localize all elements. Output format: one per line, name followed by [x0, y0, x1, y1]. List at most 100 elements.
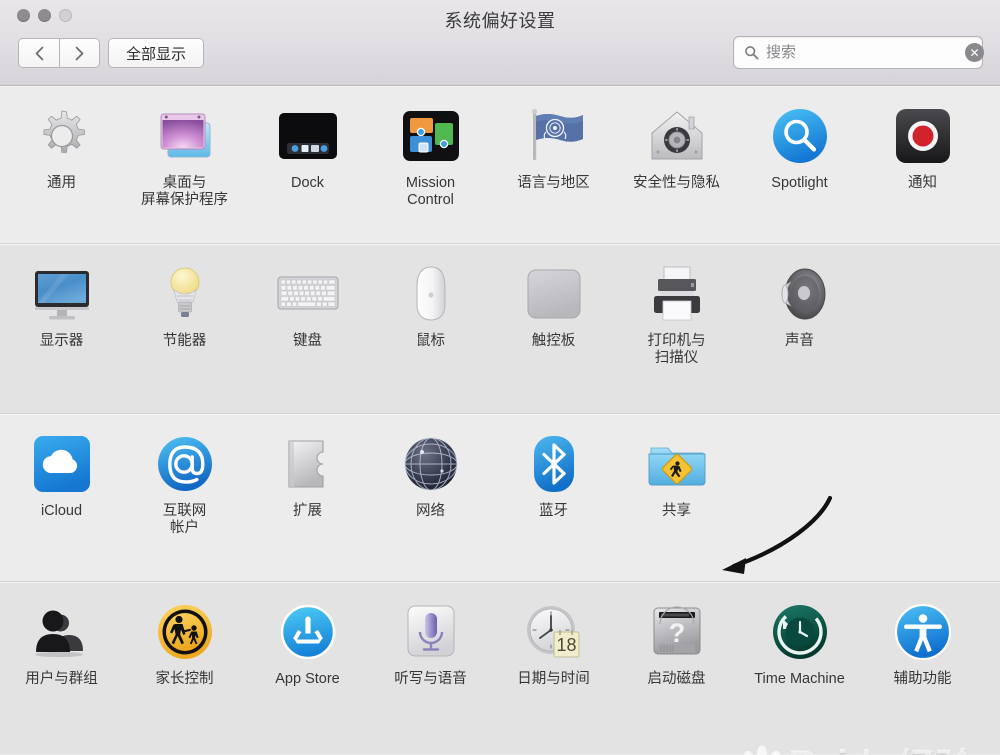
bluetooth-icon	[522, 432, 586, 496]
microphone-icon	[399, 600, 463, 664]
window-titlebar: 系统偏好设置 全部显示 ✕	[0, 0, 1000, 86]
calendar-day: 18	[556, 635, 576, 655]
search-icon	[744, 45, 759, 60]
parental-controls-icon	[153, 600, 217, 664]
pane-app-store[interactable]: App Store	[246, 582, 369, 754]
pane-label: 辅助功能	[893, 671, 952, 687]
pane-label: 家长控制	[155, 671, 214, 687]
pane-sound[interactable]: 声音	[738, 244, 861, 413]
pane-label: Time Machine	[754, 671, 845, 687]
pane-label: 网络	[416, 503, 445, 519]
pane-general[interactable]: 通用	[0, 86, 123, 243]
mission-control-icon	[399, 104, 463, 168]
pane-label: iCloud	[40, 503, 83, 519]
pane-mission-control[interactable]: Mission Control	[369, 86, 492, 243]
spotlight-icon	[768, 104, 832, 168]
show-all-button[interactable]: 全部显示	[108, 38, 205, 68]
chevron-left-icon	[33, 45, 46, 62]
pane-label: Mission Control	[405, 175, 456, 209]
search-input[interactable]	[759, 44, 965, 61]
app-store-icon	[276, 600, 340, 664]
pane-label: 日期与时间	[517, 671, 590, 687]
pane-label: 互联网 帐户	[162, 503, 207, 537]
pane-extensions[interactable]: 扩展	[246, 414, 369, 581]
pane-accessibility[interactable]: 辅助功能	[861, 582, 984, 754]
pane-label: 打印机与 扫描仪	[647, 333, 706, 367]
desktop-screensaver-icon	[153, 104, 217, 168]
pane-label: Dock	[290, 175, 325, 191]
drive-question-glyph: ?	[668, 618, 685, 648]
puzzle-piece-icon	[276, 432, 340, 496]
gear-icon	[30, 104, 94, 168]
pane-row-system: 用户与群组 家长控制 App Store 听写与语音 18 日期与时间 ? 启动…	[0, 582, 1000, 754]
pane-label: 用户与群组	[25, 671, 98, 687]
pane-label: 声音	[785, 333, 814, 349]
at-sign-icon	[153, 432, 217, 496]
mouse-icon	[399, 262, 463, 326]
pane-dictation-speech[interactable]: 听写与语音	[369, 582, 492, 754]
pane-label: 通用	[47, 175, 76, 191]
window-title: 系统偏好设置	[444, 11, 556, 31]
pane-displays[interactable]: 显示器	[0, 244, 123, 413]
accessibility-icon	[891, 600, 955, 664]
pane-label: 启动磁盘	[647, 671, 706, 687]
lightbulb-icon	[153, 262, 217, 326]
globe-icon	[399, 432, 463, 496]
pane-desktop-screensaver[interactable]: 桌面与 屏幕保护程序	[123, 86, 246, 243]
printer-icon	[645, 262, 709, 326]
pane-keyboard[interactable]: 键盘	[246, 244, 369, 413]
pane-label: 触控板	[531, 333, 576, 349]
dock-icon	[276, 104, 340, 168]
pane-notifications[interactable]: 通知	[861, 86, 984, 243]
pane-label: 听写与语音	[394, 671, 467, 687]
display-icon	[30, 262, 94, 326]
house-safe-icon	[645, 104, 709, 168]
pane-spotlight[interactable]: Spotlight	[738, 86, 861, 243]
pane-label: App Store	[275, 671, 340, 687]
pane-label: 显示器	[39, 333, 84, 349]
back-button[interactable]	[18, 38, 59, 68]
pane-label: 桌面与 屏幕保护程序	[141, 175, 228, 209]
time-machine-icon	[768, 600, 832, 664]
navigation-buttons	[18, 38, 100, 68]
chevron-right-icon	[73, 45, 86, 62]
pane-energy-saver[interactable]: 节能器	[123, 244, 246, 413]
pane-label: 节能器	[162, 333, 207, 349]
icloud-icon	[30, 432, 94, 496]
speaker-icon	[768, 262, 832, 326]
pane-mouse[interactable]: 鼠标	[369, 244, 492, 413]
pane-icloud[interactable]: iCloud	[0, 414, 123, 581]
keyboard-icon	[276, 262, 340, 326]
clock-calendar-icon: 18	[522, 600, 586, 664]
pane-label: 通知	[908, 175, 937, 191]
sharing-folder-icon	[645, 432, 709, 496]
preference-panes-grid: 通用 桌面与 屏幕保护程序 Dock Mission Control 语言与地区…	[0, 86, 1000, 755]
show-all-label: 全部显示	[126, 45, 187, 63]
pane-language-region[interactable]: 语言与地区	[492, 86, 615, 243]
pane-printers-scanners[interactable]: 打印机与 扫描仪	[615, 244, 738, 413]
pane-label: 鼠标	[416, 333, 445, 349]
pane-network[interactable]: 网络	[369, 414, 492, 581]
pane-dock[interactable]: Dock	[246, 86, 369, 243]
hard-drive-icon: ?	[645, 600, 709, 664]
pane-label: 语言与地区	[517, 175, 590, 191]
pane-time-machine[interactable]: Time Machine	[738, 582, 861, 754]
forward-button[interactable]	[59, 38, 100, 68]
pane-bluetooth[interactable]: 蓝牙	[492, 414, 615, 581]
pane-row-hardware: 显示器 节能器 键盘 鼠标 触控板 打印机与 扫描仪 声音	[0, 244, 1000, 414]
system-preferences-window: 系统偏好设置 全部显示 ✕	[0, 0, 1000, 755]
pane-internet-accounts[interactable]: 互联网 帐户	[123, 414, 246, 581]
pane-sharing[interactable]: 共享	[615, 414, 738, 581]
pane-trackpad[interactable]: 触控板	[492, 244, 615, 413]
pane-date-time[interactable]: 18 日期与时间	[492, 582, 615, 754]
pane-users-groups[interactable]: 用户与群组	[0, 582, 123, 754]
pane-startup-disk[interactable]: ? 启动磁盘	[615, 582, 738, 754]
clear-circle-icon[interactable]: ✕	[965, 43, 984, 62]
pane-label: Spotlight	[771, 175, 828, 191]
search-field[interactable]: ✕	[733, 36, 984, 69]
trackpad-icon	[522, 262, 586, 326]
pane-label: 共享	[662, 503, 691, 519]
pane-security-privacy[interactable]: 安全性与隐私	[615, 86, 738, 243]
pane-parental-controls[interactable]: 家长控制	[123, 582, 246, 754]
pane-label: 安全性与隐私	[633, 175, 720, 191]
